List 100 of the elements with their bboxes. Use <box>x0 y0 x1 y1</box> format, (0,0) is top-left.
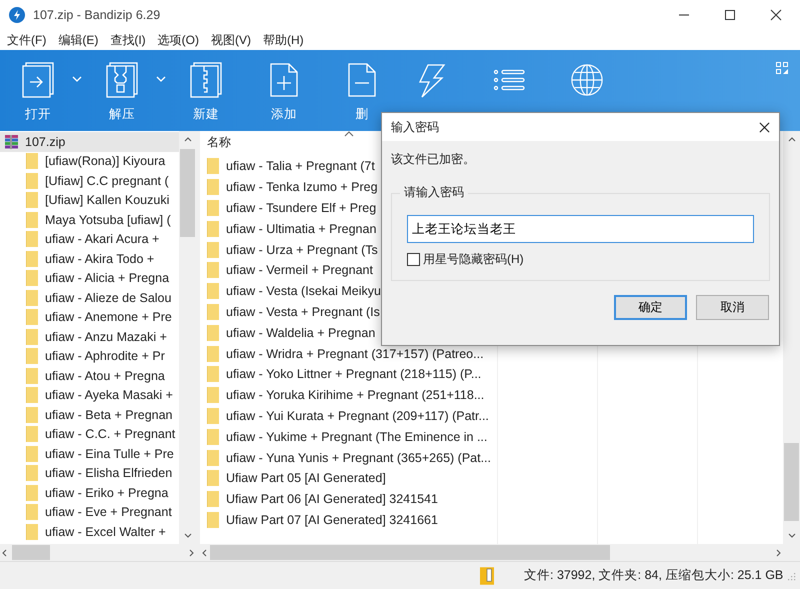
scrollbar-thumb[interactable] <box>210 545 610 560</box>
menu-item[interactable]: 文件(F) <box>7 32 46 48</box>
folder-icon <box>26 524 38 540</box>
tree-item[interactable]: ufiaw - Aphrodite + Pr <box>0 346 179 366</box>
tree-item[interactable]: 107.zip <box>0 132 179 152</box>
file-name[interactable]: ufiaw - Yuna Yunis + Pregnant (365+265) (Pat... <box>226 450 491 465</box>
folder-icon <box>207 158 219 174</box>
folder-icon <box>26 250 38 267</box>
scrollbar-thumb[interactable] <box>784 443 799 521</box>
tree-item[interactable]: ufiaw - Ayeka Masaki + <box>0 386 179 405</box>
tree-item[interactable]: ufiaw - Excel Walter + <box>0 522 179 542</box>
resize-grip-icon[interactable] <box>786 570 796 580</box>
file-name[interactable]: ufiaw - Talia + Pregnant (7t <box>226 159 375 174</box>
layout-icon[interactable] <box>776 62 788 74</box>
folder-icon <box>207 491 219 508</box>
maximize-icon[interactable] <box>724 9 736 21</box>
tree-item[interactable]: ufiaw - C.C. + Pregnant <box>0 424 179 444</box>
folder-icon <box>207 220 219 237</box>
globe-icon[interactable] <box>570 62 604 98</box>
toolbar-button[interactable]: 添加 <box>258 50 310 123</box>
toolbar-button[interactable]: 解压 <box>96 50 148 123</box>
toolbar-button[interactable]: 新建 <box>180 50 232 123</box>
tree-item[interactable]: ufiaw - Beta + Pregnan <box>0 405 179 424</box>
checkbox[interactable] <box>407 253 420 266</box>
close-icon[interactable] <box>759 122 770 132</box>
menu-item[interactable]: 视图(V) <box>210 32 251 48</box>
menu-item[interactable]: 帮助(H) <box>262 32 304 48</box>
tree-item[interactable]: ufiaw - Eriko + Pregna <box>0 483 179 502</box>
file-name[interactable]: ufiaw - Wridra + Pregnant (317+157) (Patreo... <box>226 346 484 361</box>
tree-item[interactable]: ufiaw - Anemone + Pre <box>0 308 179 327</box>
tree-item[interactable]: [Ufiaw] Kallen Kouzuki <box>0 190 179 210</box>
file-name[interactable]: Ufiaw Part 06 [AI Generated] 3241541 <box>226 492 438 506</box>
folder-icon <box>26 270 38 286</box>
folder-icon <box>26 406 38 423</box>
folder-icon <box>207 450 219 466</box>
folder-icon <box>207 512 219 528</box>
dialog-button[interactable]: 确定 <box>614 295 687 320</box>
close-icon[interactable] <box>770 9 782 21</box>
file-name[interactable]: ufiaw - Vermeil + Pregnant <box>226 263 373 278</box>
tree-item[interactable]: ufiaw - Alicia + Pregna <box>0 268 179 288</box>
caret-icon[interactable] <box>72 76 82 82</box>
tree-item[interactable]: ufiaw - Anzu Mazaki + <box>0 327 179 346</box>
checkbox-label[interactable]: 用星号隐藏密码(H) <box>423 251 524 268</box>
folder-icon <box>26 426 38 442</box>
folder-icon <box>26 192 38 208</box>
file-name[interactable]: Ufiaw Part 05 [AI Generated] <box>226 471 386 486</box>
window-title: 107.zip - Bandizip 6.29 <box>33 8 160 22</box>
dialog-title: 输入密码 <box>391 118 439 136</box>
folder-icon <box>207 387 219 404</box>
menu-item[interactable]: 查找(I) <box>110 32 146 48</box>
file-name[interactable]: ufiaw - Waldelia + Pregnan <box>226 326 376 340</box>
folder-icon <box>26 290 38 306</box>
folder-icon <box>26 348 38 364</box>
folder-icon <box>207 366 219 382</box>
folder-icon <box>207 242 219 258</box>
folder-icon <box>26 328 38 345</box>
toolbar-button[interactable]: 打开 <box>12 50 64 123</box>
scrollbar-thumb[interactable] <box>12 545 50 560</box>
folder-icon <box>207 262 219 278</box>
column-header[interactable]: 名称 <box>200 134 231 150</box>
file-name[interactable]: ufiaw - Yukime + Pregnant (The Eminence in ... <box>226 430 488 444</box>
folder-icon <box>26 231 38 248</box>
folder-icon <box>207 200 219 216</box>
file-name[interactable]: Ufiaw Part 07 [AI Generated] 3241661 <box>226 512 438 527</box>
tree-item[interactable]: ufiaw - Akira Todo + <box>0 249 179 268</box>
file-name[interactable]: ufiaw - Ultimatia + Pregnan <box>226 222 376 236</box>
folder-icon <box>207 428 219 445</box>
folder-icon <box>207 408 219 424</box>
file-name[interactable]: ufiaw - Yoko Littner + Pregnant (218+115) (P... <box>226 367 482 382</box>
scrollbar-thumb[interactable] <box>180 149 195 237</box>
archive-icon <box>4 134 20 150</box>
status-text: 文件: 37992, 文件夹: 84, 压缩包大小: 25.1 GB <box>524 567 784 584</box>
file-name[interactable]: ufiaw - Vesta + Pregnant (Is <box>226 304 380 319</box>
toolbar-button[interactable]: 删 <box>336 50 388 123</box>
tree-item[interactable]: [ufiaw(Rona)] Kiyoura <box>0 152 179 171</box>
file-name[interactable]: ufiaw - Yoruka Kirihime + Pregnant (251+118... <box>226 388 484 402</box>
file-name[interactable]: ufiaw - Tsundere Elf + Preg <box>226 200 376 215</box>
file-name[interactable]: ufiaw - Urza + Pregnant (Ts <box>226 242 378 257</box>
menu-item[interactable]: 编辑(E) <box>58 32 98 48</box>
file-name[interactable]: ufiaw - Yui Kurata + Pregnant (209+117) (Patr... <box>226 408 489 423</box>
folder-icon <box>26 446 38 462</box>
tree-item[interactable]: ufiaw - Alieze de Salou <box>0 288 179 308</box>
extract-icon <box>105 62 139 98</box>
folder-icon <box>26 368 38 384</box>
file-name[interactable]: ufiaw - Vesta (Isekai Meikyu <box>226 284 381 298</box>
tree-item[interactable]: ufiaw - Eve + Pregnant <box>0 502 179 522</box>
tree-item[interactable]: Maya Yotsuba [ufiaw] ( <box>0 210 179 230</box>
dialog-message: 该文件已加密。 <box>391 151 476 168</box>
tree-item[interactable]: ufiaw - Eina Tulle + Pre <box>0 444 179 464</box>
menu-item[interactable]: 选项(O) <box>158 32 199 48</box>
folder-icon <box>207 179 219 196</box>
tree-item[interactable]: ufiaw - Akari Acura + <box>0 230 179 249</box>
tree-item[interactable]: ufiaw - Elisha Elfrieden <box>0 464 179 483</box>
tree-item[interactable]: ufiaw - Atou + Pregna <box>0 366 179 386</box>
tree-item[interactable]: [Ufiaw] C.C pregnant ( <box>0 171 179 190</box>
file-name[interactable]: ufiaw - Tenka Izumo + Preg <box>226 180 378 194</box>
password-field[interactable]: 上老王论坛当老王 <box>407 215 754 243</box>
caret-icon[interactable] <box>156 76 166 82</box>
dialog-button[interactable]: 取消 <box>696 295 769 320</box>
folder-icon <box>207 470 219 486</box>
